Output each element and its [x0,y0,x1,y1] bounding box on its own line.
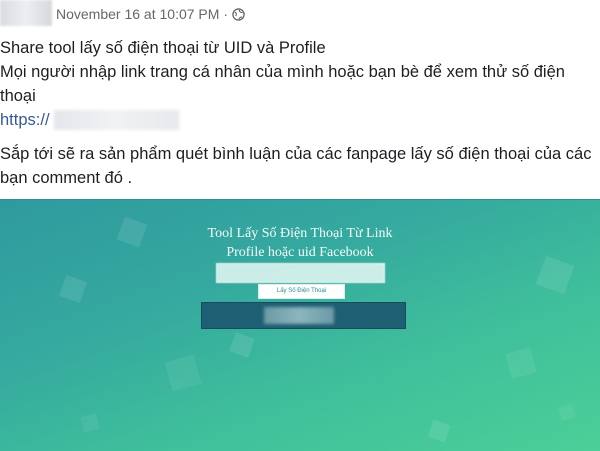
decor-shape [535,255,575,295]
meta-separator: · [223,6,229,22]
post-body: Share tool lấy số điện thoại từ UID và P… [0,36,600,190]
post-link-prefix[interactable]: https:// [0,108,50,132]
tool-url-input-blurred [216,263,385,283]
avatar-blurred[interactable] [0,0,52,26]
decor-shape [229,332,255,358]
tool-title-line1: Tool Lấy Số Điện Thoại Từ Link [207,226,393,241]
decor-shape [80,413,100,433]
post-line-share: Share tool lấy số điện thoại từ UID và P… [0,39,326,57]
globe-icon[interactable] [232,7,245,21]
post-timestamp[interactable]: November 16 at 10:07 PM [56,6,219,22]
result-blurred [264,307,334,324]
tool-title-line2: Profile hoặc uid Facebook [226,245,374,260]
tool-title: Tool Lấy Số Điện Thoại Từ Link Profile h… [150,224,450,262]
decor-shape [558,403,576,421]
post-meta: November 16 at 10:07 PM · [56,6,245,22]
get-phone-button: Lấy Số Điện Thoại [258,284,345,299]
decor-shape [505,347,537,379]
post-link[interactable]: https:// [0,108,600,132]
decor-shape [427,419,451,443]
post-line-instruction: Mọi người nhập link trang cá nhân của mì… [0,63,565,105]
decor-shape [116,216,148,248]
link-blurred [53,110,179,130]
post-line-upcoming: Sắp tới sẽ ra sản phẩm quét bình luận củ… [0,145,592,187]
decor-shape [58,274,88,304]
decor-shape [164,354,202,392]
result-bar [201,302,406,329]
tool-screenshot-image[interactable]: Tool Lấy Số Điện Thoại Từ Link Profile h… [0,199,600,451]
